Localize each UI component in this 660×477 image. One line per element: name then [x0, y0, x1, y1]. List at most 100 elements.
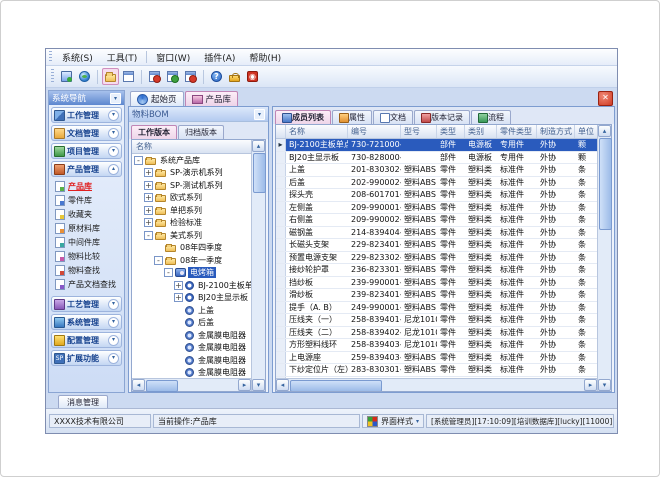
tree-item[interactable]: 金属膜电阻器 — [132, 354, 251, 367]
sidebar-item-material-search[interactable]: 物料查找 — [55, 263, 122, 277]
tree-item[interactable]: +欧式系列 — [132, 192, 251, 205]
sidebar-group-header-product-mgmt[interactable]: 产品管理▴ — [51, 161, 122, 177]
table-row[interactable]: 接纱轮护罩236-823301-00E塑料ABS零件塑料类标准件外协条 — [276, 264, 597, 277]
expand-icon[interactable]: + — [144, 181, 153, 190]
toolbar-button-folder-library[interactable] — [102, 68, 119, 85]
toolbar-button-help[interactable]: ? — [208, 68, 225, 85]
table-row[interactable]: 压线夹（一）258-839401-00E尼龙1010零件塑料类标准件外协条 — [276, 314, 597, 327]
table-vertical-scrollbar[interactable]: ▴ ▾ — [597, 125, 611, 391]
sidebar-item-raw-material-library[interactable]: 原材料库 — [55, 221, 122, 235]
chevron-down-icon[interactable]: ▾ — [108, 335, 119, 346]
toolbar-button-exit[interactable]: ◉ — [244, 68, 261, 85]
table-row[interactable]: 长磁头支架229-823401-00E塑料ABS零件塑料类标准件外协条 — [276, 239, 597, 252]
column-header-5[interactable]: 零件类型 — [497, 125, 537, 138]
toolbar-button-workspace[interactable] — [58, 68, 75, 85]
table-row[interactable]: 后盖202-990002-01E塑料ABS零件塑料类标准件外协条 — [276, 177, 597, 190]
chevron-down-icon[interactable]: ▾ — [108, 299, 119, 310]
chevron-down-icon[interactable]: ▾ — [108, 110, 119, 121]
tab-properties[interactable]: 属性 — [332, 110, 372, 124]
tree-item[interactable]: +BJ20主显示板 — [132, 292, 251, 305]
tree-item[interactable]: 08年四季度 — [132, 242, 251, 255]
sidebar-group-header-work-mgmt[interactable]: 工作管理▾ — [51, 107, 122, 123]
toolbar-button-window-pin[interactable] — [182, 68, 199, 85]
tab-archived-version[interactable]: 归档版本 — [178, 125, 224, 139]
tree-item[interactable]: +单把系列 — [132, 204, 251, 217]
scroll-down-icon[interactable]: ▾ — [252, 379, 265, 391]
sidebar-group-header-system-mgmt[interactable]: 系统管理▾ — [51, 314, 122, 330]
table-horizontal-scrollbar[interactable]: ◂ ▸ — [276, 378, 597, 391]
tree-item[interactable]: 金属膜电阻器 — [132, 329, 251, 342]
tree-item[interactable]: -电烤箱 — [132, 267, 251, 280]
sidebar-item-parts-library[interactable]: 零件库 — [55, 193, 122, 207]
table-row[interactable]: 右侧盖209-990002-01E塑料ABS零件塑料类标准件外协条 — [276, 214, 597, 227]
toolbar-button-window-layout[interactable] — [120, 68, 137, 85]
expand-icon[interactable]: + — [144, 168, 153, 177]
tree-item[interactable]: 上盖 — [132, 304, 251, 317]
table-row[interactable]: 上盖201-830302-00E塑料ABS零件塑料类标准件外协条 — [276, 164, 597, 177]
tree-item[interactable]: +SP-测试机系列 — [132, 179, 251, 192]
scrollbar-thumb[interactable] — [146, 380, 178, 392]
expand-icon[interactable]: + — [174, 281, 183, 290]
tab-documents[interactable]: 文档 — [373, 110, 413, 124]
scroll-left-icon[interactable]: ◂ — [132, 379, 145, 391]
bom-pin-icon[interactable]: ▾ — [254, 109, 265, 120]
sidebar-group-header-process-mgmt[interactable]: 工艺管理▾ — [51, 296, 122, 312]
column-header-4[interactable]: 类别 — [465, 125, 497, 138]
table-row[interactable]: 下纱定位片（左）283-830301-00E塑料ABS零件塑料类标准件外协条 — [276, 364, 597, 377]
scrollbar-thumb[interactable] — [253, 153, 266, 193]
expand-icon[interactable]: + — [144, 206, 153, 215]
table-row[interactable]: ▸BJ-2100主板单点730-721000-12E部件电源板专用件外协颗 — [276, 139, 597, 152]
expand-icon[interactable]: + — [144, 193, 153, 202]
tree-item[interactable]: 金属膜电阻器 — [132, 367, 251, 379]
sidebar-group-header-project-mgmt[interactable]: 项目管理▾ — [51, 143, 122, 159]
menu-tools[interactable]: 工具(T) — [100, 50, 145, 65]
tab-message-management[interactable]: 消息管理 — [58, 395, 108, 408]
scroll-up-icon[interactable]: ▴ — [252, 140, 265, 152]
tree-name-column-header[interactable]: 名称 — [132, 140, 251, 154]
table-row[interactable]: 左侧盖209-990001-01E塑料ABS零件塑料类标准件外协条 — [276, 202, 597, 215]
tab-workflow[interactable]: 流程 — [471, 110, 511, 124]
sidebar-group-header-config-mgmt[interactable]: 配置管理▾ — [51, 332, 122, 348]
chevron-down-icon[interactable]: ▾ — [108, 353, 119, 364]
scroll-up-icon[interactable]: ▴ — [598, 125, 611, 137]
tab-working-version[interactable]: 工作版本 — [131, 125, 177, 139]
column-header-6[interactable]: 制造方式 — [537, 125, 575, 138]
table-row[interactable]: 探头壳208-601701-01E塑料ABS零件塑料类标准件外协条 — [276, 189, 597, 202]
tab-start-page[interactable]: 起始页 — [130, 91, 184, 106]
collapse-icon[interactable]: - — [144, 231, 153, 240]
collapse-icon[interactable]: - — [134, 156, 143, 165]
table-row[interactable]: 上电源座259-839403-00E塑料ABS零件塑料类标准件外协条 — [276, 352, 597, 365]
collapse-icon[interactable]: - — [164, 268, 173, 277]
column-header-7[interactable]: 单位 — [575, 125, 597, 138]
sidebar-item-favorites[interactable]: 收藏夹 — [55, 207, 122, 221]
tree-item[interactable]: -系统产品库 — [132, 154, 251, 167]
chevron-up-icon[interactable]: ▴ — [108, 164, 119, 175]
chevron-down-icon[interactable]: ▾ — [108, 317, 119, 328]
scroll-left-icon[interactable]: ◂ — [276, 379, 289, 391]
tree-vertical-scrollbar[interactable]: ▴ ▾ — [251, 140, 265, 391]
tree-item[interactable]: 金属膜电阻器 — [132, 342, 251, 355]
collapse-icon[interactable]: - — [154, 256, 163, 265]
tab-member-list[interactable]: 成员列表 — [275, 110, 331, 124]
column-header-3[interactable]: 类型 — [437, 125, 465, 138]
column-header-1[interactable]: 编号 — [348, 125, 401, 138]
sidebar-pin-icon[interactable]: ▾ — [110, 93, 121, 104]
menu-window[interactable]: 窗口(W) — [149, 50, 197, 65]
tree-item[interactable]: -08年一季度 — [132, 254, 251, 267]
interface-style-button[interactable]: 界面样式 ▾ — [362, 414, 424, 428]
menu-plugins[interactable]: 插件(A) — [197, 50, 242, 65]
table-row[interactable]: 提手（A. B）249-990001-01E塑料ABS零件塑料类标准件外协条 — [276, 302, 597, 315]
tab-product-library[interactable]: 产品库 — [185, 91, 239, 106]
expand-icon[interactable]: + — [174, 293, 183, 302]
sidebar-item-intermediate-library[interactable]: 中间件库 — [55, 235, 122, 249]
table-row[interactable]: 磁钢盖214-839404-01E塑料ABS零件塑料类标准件外协条 — [276, 227, 597, 240]
scrollbar-thumb[interactable] — [599, 138, 612, 230]
menu-system[interactable]: 系统(S) — [55, 50, 100, 65]
expand-icon[interactable]: + — [144, 218, 153, 227]
table-row[interactable]: 压线夹（二）258-839402-00E尼龙1010零件塑料类标准件外协条 — [276, 327, 597, 340]
scroll-right-icon[interactable]: ▸ — [238, 379, 251, 391]
sidebar-group-header-extensions[interactable]: SP扩展功能▾ — [51, 350, 122, 366]
table-row[interactable]: BJ20主显示板730-828000-04E部件电源板专用件外协颗 — [276, 152, 597, 165]
scroll-down-icon[interactable]: ▾ — [598, 379, 611, 391]
tree-horizontal-scrollbar[interactable]: ◂ ▸ — [132, 378, 251, 391]
